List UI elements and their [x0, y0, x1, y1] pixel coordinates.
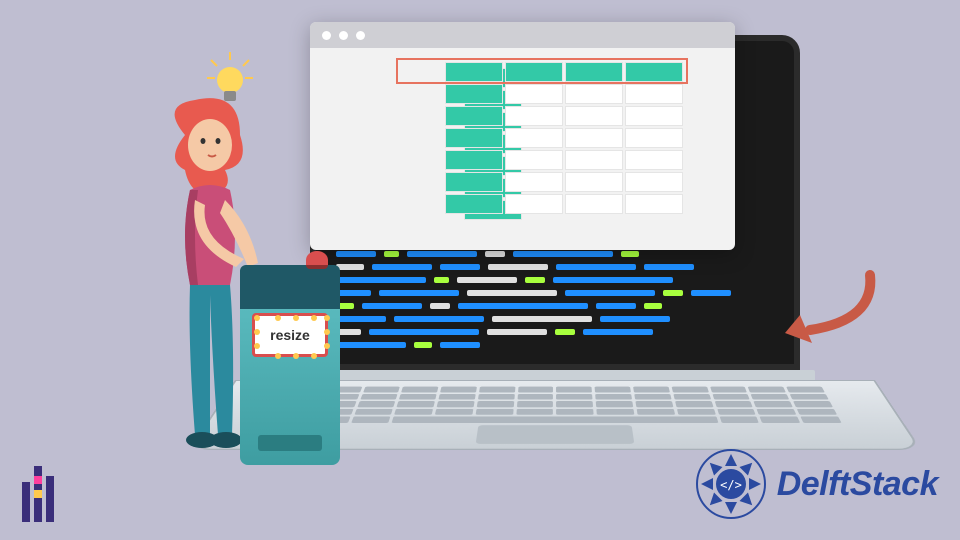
trackpad — [476, 425, 635, 444]
laptop-hinge — [295, 370, 815, 380]
window-dot — [356, 31, 365, 40]
table-illustration — [338, 66, 707, 222]
browser-titlebar — [310, 22, 735, 48]
brand: </> DelftStack — [695, 448, 938, 520]
podium-button — [306, 251, 328, 269]
podium: resize — [240, 265, 340, 465]
window-dot — [322, 31, 331, 40]
left-logo-icon — [22, 466, 54, 522]
selection-outline — [396, 58, 688, 84]
mandala-logo-icon: </> — [695, 448, 767, 520]
podium-sign: resize — [252, 313, 328, 357]
podium-top — [240, 265, 340, 309]
curved-arrow-icon — [780, 265, 880, 355]
window-dot — [339, 31, 348, 40]
code-snippet — [336, 251, 774, 354]
browser-window — [310, 22, 735, 250]
svg-text:</>: </> — [720, 478, 742, 492]
keyboard — [268, 387, 841, 423]
brand-name: DelftStack — [777, 465, 938, 504]
illustration-scene: resize </> DelftStack — [0, 0, 960, 540]
podium-sign-label: resize — [270, 327, 310, 343]
